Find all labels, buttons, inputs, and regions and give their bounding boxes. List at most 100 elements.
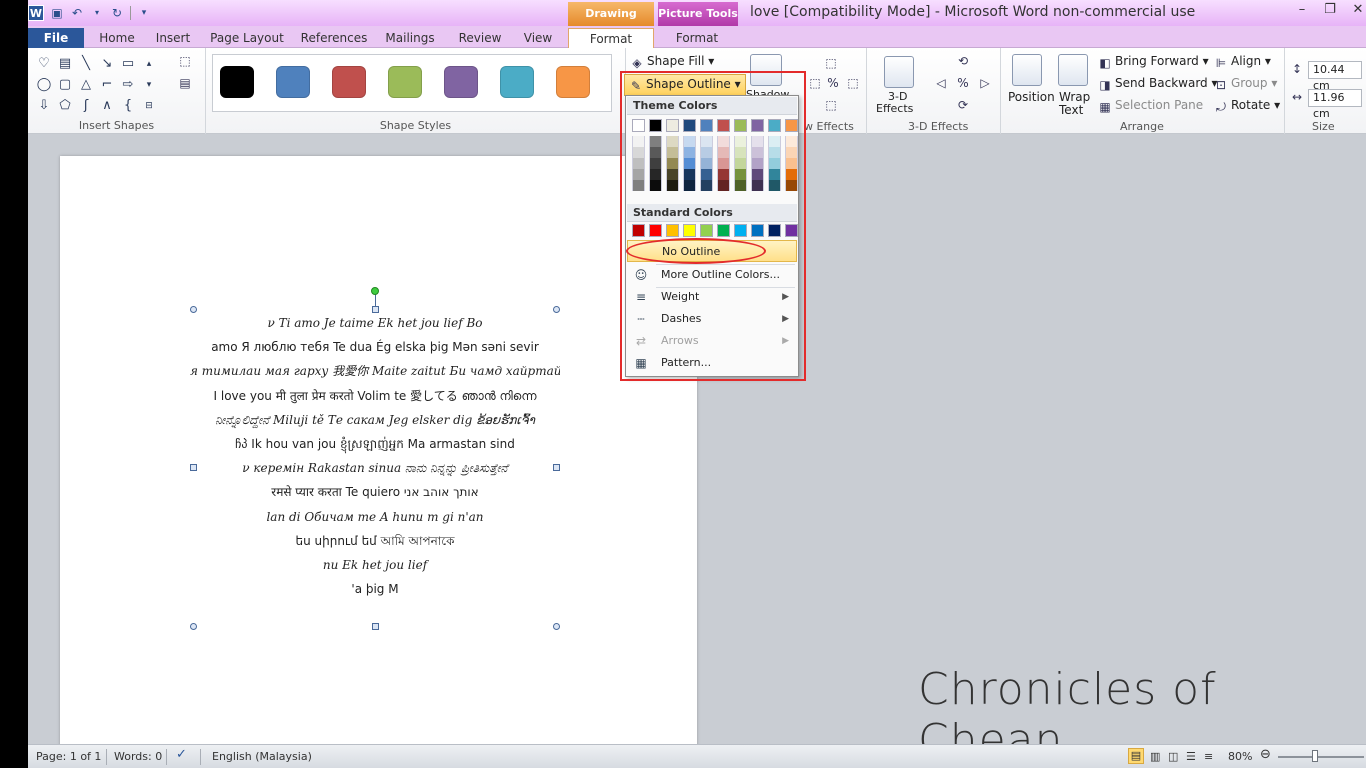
nudge-shadow-left-icon[interactable]: ⬚ — [808, 76, 822, 90]
shape-style-swatch[interactable] — [332, 66, 366, 98]
customize-qat-icon[interactable]: ▾ — [137, 6, 151, 20]
status-separator — [166, 749, 167, 765]
rotation-handle[interactable] — [371, 287, 379, 295]
shape-gallery: ♡ ▤ ╲ ↘ ▭ ▴ ◯ ▢ △ ⌐ ⇨ ▾ ⇩ ⬠ ʃ ∧ { ⊟ — [34, 54, 159, 116]
save-icon[interactable]: ▣ — [50, 6, 64, 20]
heart-text-shape[interactable]: ν Ti amo Je taime Ek het jou lief Bo amo … — [190, 311, 560, 601]
minimize-icon[interactable]: – — [1290, 2, 1314, 17]
heart-text-line: lan di Обичам те A hunu m gi n'an — [266, 509, 484, 524]
textbox-shape-icon[interactable]: ▤ — [55, 54, 75, 74]
shape-style-swatch[interactable] — [556, 66, 590, 98]
resize-handle-bottom-left[interactable] — [190, 623, 197, 630]
tab-view[interactable]: View — [516, 28, 560, 48]
zoom-slider-thumb[interactable] — [1312, 750, 1318, 762]
tab-review[interactable]: Review — [452, 28, 508, 48]
word-count[interactable]: Words: 0 — [114, 750, 162, 763]
more-shapes-up-icon[interactable]: ▴ — [139, 54, 159, 74]
tab-page-layout[interactable]: Page Layout — [208, 28, 286, 48]
tab-references[interactable]: References — [298, 28, 370, 48]
tilt-down-icon[interactable]: ⟳ — [956, 98, 970, 112]
oval-shape-icon[interactable]: ◯ — [34, 75, 54, 95]
tilt-up-icon[interactable]: ⟲ — [956, 54, 970, 68]
shape-style-swatch[interactable] — [388, 66, 422, 98]
down-arrow-shape-icon[interactable]: ⇩ — [34, 96, 54, 116]
three-d-on-off-icon[interactable]: % — [956, 76, 970, 90]
tab-insert[interactable]: Insert — [150, 28, 196, 48]
insert-shapes-group: ♡ ▤ ╲ ↘ ▭ ▴ ◯ ▢ △ ⌐ ⇨ ▾ ⇩ ⬠ ʃ ∧ { ⊟ ⬚ ▤ … — [28, 48, 206, 134]
heart-text-line: ჩპ Ik hou van jou ខ្ញុំស្រឡាញ់អ្នក Ma ar… — [235, 436, 515, 451]
close-icon[interactable]: ✕ — [1346, 2, 1366, 17]
selection-pane-button[interactable]: ▦ Selection Pane — [1098, 98, 1203, 114]
shapes-gallery-expand-icon[interactable]: ⊟ — [139, 96, 159, 116]
full-screen-reading-icon[interactable]: ▥ — [1150, 750, 1160, 763]
resize-handle-bottom-right[interactable] — [553, 623, 560, 630]
brace-shape-icon[interactable]: { — [118, 96, 138, 116]
print-layout-view-icon[interactable]: ▤ — [1128, 748, 1144, 764]
rounded-rect-shape-icon[interactable]: ▢ — [55, 75, 75, 95]
align-button[interactable]: ⊫ Align ▾ — [1214, 54, 1271, 70]
proofing-icon[interactable]: ✓ — [176, 747, 187, 762]
tab-mailings[interactable]: Mailings — [380, 28, 440, 48]
heart-text-line: रमसे प्यार करता Te quiero אותך אוהב אני — [271, 485, 479, 500]
send-backward-button[interactable]: ◨ Send Backward ▾ — [1098, 76, 1217, 92]
zoom-level[interactable]: 80% — [1228, 750, 1252, 763]
shape-height-input[interactable]: 10.44 cm — [1308, 61, 1362, 92]
undo-dropdown-icon[interactable]: ▾ — [90, 6, 104, 20]
group-button[interactable]: ⊡ Group ▾ — [1214, 76, 1277, 92]
insert-shapes-label: Insert Shapes — [78, 119, 155, 132]
undo-icon[interactable]: ↶ — [70, 6, 84, 20]
arrow-line-shape-icon[interactable]: ↘ — [97, 54, 117, 74]
wrap-text-icon[interactable] — [1058, 54, 1088, 86]
heart-shape-icon[interactable]: ♡ — [34, 54, 54, 74]
tab-format-picture[interactable]: Format — [664, 28, 730, 48]
tab-format-drawing[interactable]: Format — [568, 28, 654, 49]
bring-forward-button[interactable]: ◧ Bring Forward ▾ — [1098, 54, 1208, 70]
heart-text-line: я тимилаи мая гарху 我愛你 Maite zaitut Би … — [190, 364, 560, 379]
shape-style-swatch[interactable] — [500, 66, 534, 98]
position-icon[interactable] — [1012, 54, 1042, 86]
shadow-on-off-icon[interactable]: % — [826, 76, 840, 90]
language-indicator[interactable]: English (Malaysia) — [212, 750, 312, 763]
zoom-slider[interactable] — [1278, 756, 1364, 758]
tab-file[interactable]: File — [28, 28, 84, 48]
resize-handle-bottom[interactable] — [372, 623, 379, 630]
draft-view-icon[interactable]: ≡ — [1204, 750, 1213, 763]
window-title: love [Compatibility Mode] - Microsoft Wo… — [750, 4, 1196, 20]
rotation-line — [375, 294, 376, 306]
text-box-icon[interactable]: ▤ — [178, 76, 192, 90]
edit-shape-icon[interactable]: ⬚ — [178, 54, 192, 68]
outline-view-icon[interactable]: ☰ — [1186, 750, 1196, 763]
right-arrow-shape-icon[interactable]: ⇨ — [118, 75, 138, 95]
shape-style-swatch[interactable] — [444, 66, 478, 98]
tilt-left-icon[interactable]: ◁ — [934, 76, 948, 90]
freeform-shape-icon[interactable]: ʃ — [76, 96, 96, 116]
paint-bucket-icon: ◈ — [632, 56, 642, 70]
three-d-effects-icon[interactable] — [884, 56, 914, 88]
tab-home[interactable]: Home — [94, 28, 140, 48]
word-logo-icon[interactable]: W — [28, 5, 44, 21]
document-page[interactable]: ν Ti amo Je taime Ek het jou lief Bo amo … — [60, 156, 697, 756]
triangle-shape-icon[interactable]: △ — [76, 75, 96, 95]
rectangle-shape-icon[interactable]: ▭ — [118, 54, 138, 74]
line-shape-icon[interactable]: ╲ — [76, 54, 96, 74]
position-button[interactable]: Position — [1008, 90, 1055, 104]
redo-icon[interactable]: ↻ — [110, 6, 124, 20]
shape-fill-button[interactable]: ◈ Shape Fill ▾ — [630, 54, 714, 70]
nudge-shadow-right-icon[interactable]: ⬚ — [846, 76, 860, 90]
elbow-connector-icon[interactable]: ⌐ — [97, 75, 117, 95]
restore-icon[interactable]: ❐ — [1318, 2, 1342, 17]
web-layout-icon[interactable]: ◫ — [1168, 750, 1178, 763]
shape-width-input[interactable]: 11.96 cm — [1308, 89, 1362, 120]
pentagon-shape-icon[interactable]: ⬠ — [55, 96, 75, 116]
shape-style-swatch[interactable] — [220, 66, 254, 98]
more-shapes-down-icon[interactable]: ▾ — [139, 75, 159, 95]
rotate-button[interactable]: ⤾ Rotate ▾ — [1214, 98, 1280, 114]
tilt-right-icon[interactable]: ▷ — [978, 76, 992, 90]
nudge-shadow-down-icon[interactable]: ⬚ — [824, 98, 838, 112]
shape-style-swatch[interactable] — [276, 66, 310, 98]
page-count[interactable]: Page: 1 of 1 — [36, 750, 101, 763]
wrap-text-button[interactable]: Wrap — [1059, 90, 1090, 104]
angle-shape-icon[interactable]: ∧ — [97, 96, 117, 116]
nudge-shadow-up-icon[interactable]: ⬚ — [824, 56, 838, 70]
zoom-out-icon[interactable]: ⊖ — [1260, 747, 1271, 762]
